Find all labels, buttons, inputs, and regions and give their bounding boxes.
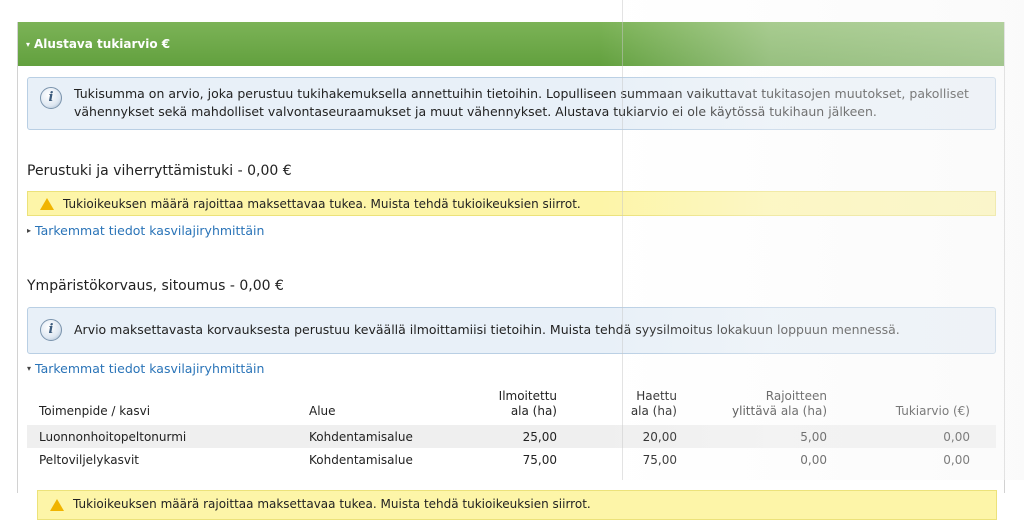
info-text: Tukisumma on arvio, joka perustuu tukiha… [74,86,969,119]
cell-rajoitteen: 5,00 [800,429,827,444]
header-toimenpide: Toimenpide / kasvi [39,404,151,418]
table-row: Luonnonhoitopeltonurmi Kohdentamisalue 2… [27,425,996,448]
crop-table: Toimenpide / kasvi Alue Ilmoitettu ala (… [27,383,996,471]
details-link-ymparistokorvaus[interactable]: ▾ Tarkemmat tiedot kasvilajiryhmittäin [27,361,264,376]
warning-text: Tukioikeuksen määrä rajoittaa maksettava… [63,196,581,211]
warning-text: Tukioikeuksen määrä rajoittaa maksettava… [73,497,591,511]
header-rajoitteen: Rajoitteen ylittävä ala (ha) [732,389,827,418]
cell-haettu: 75,00 [642,452,677,467]
cell-toimenpide: Luonnonhoitopeltonurmi [39,429,187,444]
header-alue: Alue [309,404,336,418]
details-link-label[interactable]: Tarkemmat tiedot kasvilajiryhmittäin [35,361,264,376]
cell-ilmoitettu: 75,00 [522,452,557,467]
info-text: Arvio maksettavasta korvauksesta perustu… [74,321,900,337]
bottom-warning-bar: Tukioikeuksen määrä rajoittaa maksettava… [37,490,997,520]
cell-haettu: 20,00 [642,429,677,444]
cell-ilmoitettu: 25,00 [522,429,557,444]
info-icon: i [40,318,62,341]
cell-toimenpide: Peltoviljelykasvit [39,452,139,467]
caret-down-icon: ▾ [27,364,32,373]
collapse-caret-icon[interactable]: ▾ [26,40,30,49]
warning-bar: Tukioikeuksen määrä rajoittaa maksettava… [27,191,996,216]
header-ilmoitettu: Ilmoitettu ala (ha) [498,389,557,418]
warning-icon [50,499,64,511]
details-link-label[interactable]: Tarkemmat tiedot kasvilajiryhmittäin [35,223,264,238]
table-header-row: Toimenpide / kasvi Alue Ilmoitettu ala (… [27,383,996,425]
header-tukiarvio: Tukiarvio (€) [895,404,970,418]
cell-alue: Kohdentamisalue [309,452,413,467]
warning-icon [40,197,54,210]
panel-title[interactable]: Alustava tukiarvio € [34,37,170,51]
section-title-perustuki: Perustuki ja viherryttämistuki - 0,00 € [27,163,292,179]
cell-rajoitteen: 0,00 [800,452,827,467]
caret-right-icon: ▸ [27,226,32,235]
cell-tukiarvio: 0,00 [943,429,970,444]
info-icon: i [40,87,62,109]
panel-header[interactable]: ▾ Alustava tukiarvio € [18,22,1004,66]
table-row: Peltoviljelykasvit Kohdentamisalue 75,00… [27,448,996,471]
info-box-korvaus: i Arvio maksettavasta korvauksesta perus… [27,307,996,354]
tukiarvio-panel: ▾ Alustava tukiarvio € i Tukisumma on ar… [17,22,1005,493]
header-haettu: Haettu ala (ha) [630,389,677,418]
section-title-ymparistokorvaus: Ympäristökorvaus, sitoumus - 0,00 € [27,278,284,294]
details-link-perustuki[interactable]: ▸ Tarkemmat tiedot kasvilajiryhmittäin [27,223,264,238]
cell-tukiarvio: 0,00 [943,452,970,467]
info-box-summary: i Tukisumma on arvio, joka perustuu tuki… [27,77,996,130]
cell-alue: Kohdentamisalue [309,429,413,444]
